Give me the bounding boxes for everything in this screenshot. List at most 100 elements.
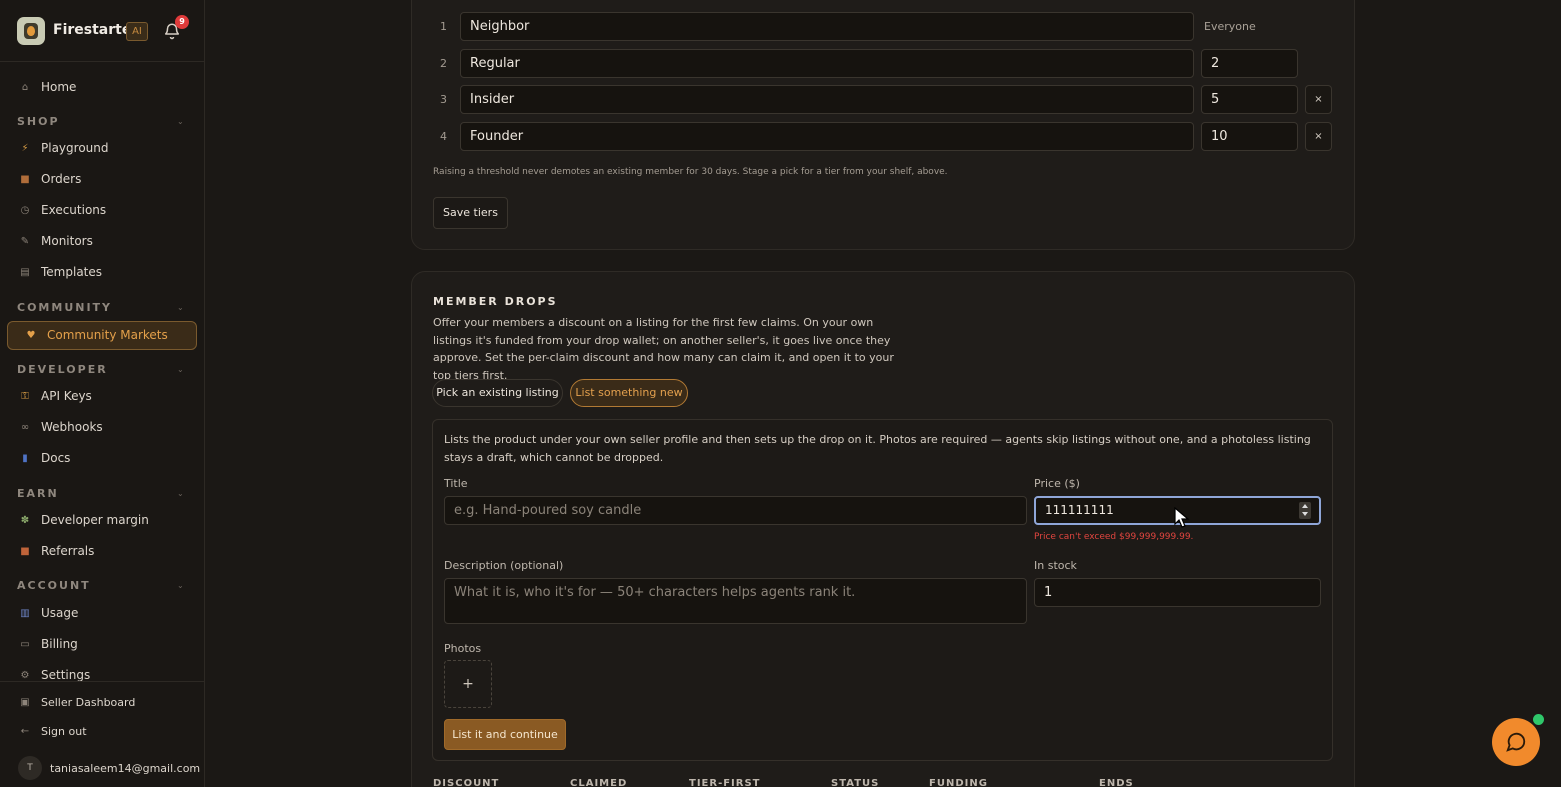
form-info-text: Lists the product under your own seller …: [444, 433, 1311, 464]
description-textarea[interactable]: What it is, who it's for — 50+ character…: [444, 578, 1027, 624]
sidebar-item-label: API Keys: [41, 389, 92, 403]
chevron-down-icon[interactable]: ⌄: [177, 489, 184, 498]
clock-icon: ◷: [20, 204, 30, 216]
column-header-discount: DISCOUNT: [433, 778, 500, 787]
sidebar-item-docs[interactable]: ▮ Docs: [18, 448, 70, 468]
stock-label: In stock: [1034, 559, 1077, 572]
add-photo-button[interactable]: +: [444, 660, 492, 708]
column-header-status: STATUS: [831, 778, 880, 787]
tier-name-input[interactable]: Insider: [460, 85, 1194, 114]
sidebar-item-playground[interactable]: ⚡ Playground: [18, 138, 108, 158]
brand-header: Firestarter AI 9: [0, 0, 205, 62]
mouse-cursor-icon: [1174, 507, 1190, 528]
list-it-and-continue-button[interactable]: List it and continue: [444, 719, 566, 750]
save-tiers-button[interactable]: Save tiers: [433, 197, 508, 229]
sidebar-item-label: Referrals: [41, 544, 95, 558]
column-header-funding: FUNDING: [929, 778, 988, 787]
sidebar-item-label: Webhooks: [41, 420, 103, 434]
tab-pick-existing-listing[interactable]: Pick an existing listing: [432, 379, 563, 407]
tier-number: 2: [440, 57, 447, 70]
satellite-icon: ✎: [20, 235, 30, 247]
column-header-ends: ENDS: [1099, 778, 1134, 787]
chevron-down-icon[interactable]: [1302, 512, 1308, 516]
sidebar-item-api-keys[interactable]: ⚿ API Keys: [18, 386, 92, 406]
sidebar-item-label: Templates: [41, 265, 103, 279]
sidebar-item-label: Sign out: [41, 724, 87, 738]
document-icon: ▤: [20, 266, 30, 278]
tier-orders-input[interactable]: 10: [1201, 122, 1298, 151]
heart-icon: ♥: [26, 329, 36, 341]
sidebar-item-developer-margin[interactable]: ✽ Developer margin: [18, 510, 149, 530]
gear-icon: ⚙: [20, 669, 30, 681]
section-earn[interactable]: EARN: [17, 487, 59, 500]
sidebar-item-label: Community Markets: [47, 328, 168, 342]
section-account[interactable]: ACCOUNT: [17, 579, 91, 592]
chevron-down-icon[interactable]: ⌄: [177, 365, 184, 374]
description-label: Description (optional): [444, 559, 564, 572]
ai-badge: AI: [126, 22, 148, 41]
sidebar-item-executions[interactable]: ◷ Executions: [18, 200, 107, 220]
sidebar-item-orders[interactable]: ■ Orders: [18, 169, 81, 189]
sign-out-link[interactable]: ← Sign out: [18, 721, 87, 741]
gift-icon: ■: [20, 545, 30, 557]
title-input[interactable]: e.g. Hand-poured soy candle: [444, 496, 1027, 525]
sidebar-item-home[interactable]: ⌂ Home: [18, 77, 77, 97]
tier-number: 3: [440, 93, 447, 106]
chat-button[interactable]: [1492, 718, 1540, 766]
firestarter-logo-icon[interactable]: [17, 17, 45, 45]
tiers-note: Raising a threshold never demotes an exi…: [433, 167, 948, 177]
tier-name-input[interactable]: Founder: [460, 122, 1194, 151]
tier-orders-input[interactable]: 2: [1201, 49, 1298, 78]
price-label: Price ($): [1034, 477, 1080, 490]
sidebar-item-webhooks[interactable]: ∞ Webhooks: [18, 417, 103, 437]
user-email[interactable]: taniasaleem14@gmail.com: [50, 758, 200, 778]
sidebar-item-monitors[interactable]: ✎ Monitors: [18, 231, 93, 251]
sidebar-item-label: Billing: [41, 637, 78, 651]
chevron-down-icon[interactable]: ⌄: [177, 581, 184, 590]
bar-chart-icon: ▥: [20, 607, 30, 619]
section-community[interactable]: COMMUNITY: [17, 301, 112, 314]
section-shop[interactable]: SHOP: [17, 115, 60, 128]
remove-tier-button[interactable]: ×: [1305, 122, 1332, 151]
sidebar-item-templates[interactable]: ▤ Templates: [18, 262, 102, 282]
home-icon: ⌂: [21, 81, 29, 93]
avatar[interactable]: T: [18, 756, 42, 780]
book-icon: ▮: [22, 452, 28, 464]
chevron-up-icon[interactable]: [1302, 504, 1308, 508]
tier-name-input[interactable]: Neighbor: [460, 12, 1194, 41]
stock-input[interactable]: 1: [1034, 578, 1321, 607]
sidebar-item-label: Home: [41, 80, 77, 94]
sidebar-item-label: Seller Dashboard: [41, 695, 136, 709]
package-icon: ■: [20, 173, 30, 185]
chevron-down-icon[interactable]: ⌄: [177, 117, 184, 126]
sidebar: Firestarter AI 9 ⌂ Home SHOP ⌄ ⚡ Playgro…: [0, 0, 205, 787]
chat-bubble-icon: [1506, 732, 1526, 752]
sidebar-item-label: Docs: [41, 451, 71, 465]
number-stepper[interactable]: [1299, 502, 1311, 519]
chevron-down-icon[interactable]: ⌄: [177, 303, 184, 312]
sidebar-item-referrals[interactable]: ■ Referrals: [18, 541, 94, 561]
sidebar-item-label: Settings: [41, 668, 91, 682]
online-status-dot: [1533, 714, 1544, 725]
tier-name-input[interactable]: Regular: [460, 49, 1194, 78]
notification-count-badge: 9: [175, 15, 189, 29]
member-drops-description: Offer your members a discount on a listi…: [433, 316, 894, 382]
sidebar-item-community-markets-content[interactable]: ♥ Community Markets: [24, 325, 168, 345]
tab-list-something-new[interactable]: List something new: [570, 379, 688, 407]
sidebar-item-label: Usage: [41, 606, 79, 620]
tier-number: 1: [440, 20, 447, 33]
arrow-left-icon: ←: [20, 725, 30, 737]
remove-tier-button[interactable]: ×: [1305, 85, 1332, 114]
sidebar-item-billing[interactable]: ▭ Billing: [18, 634, 78, 654]
section-developer[interactable]: DEVELOPER: [17, 363, 108, 376]
tier-orders-input[interactable]: 5: [1201, 85, 1298, 114]
price-error: Price can't exceed $99,999,999.99.: [1034, 532, 1194, 542]
lightning-icon: ⚡: [21, 142, 29, 154]
link-icon: ∞: [20, 421, 30, 433]
sidebar-item-label: Orders: [41, 172, 82, 186]
sidebar-item-label: Executions: [41, 203, 107, 217]
title-label: Title: [444, 477, 468, 490]
seller-dashboard-link[interactable]: ▣ Seller Dashboard: [18, 692, 135, 712]
photos-label: Photos: [444, 642, 482, 655]
sidebar-item-usage[interactable]: ▥ Usage: [18, 603, 78, 623]
